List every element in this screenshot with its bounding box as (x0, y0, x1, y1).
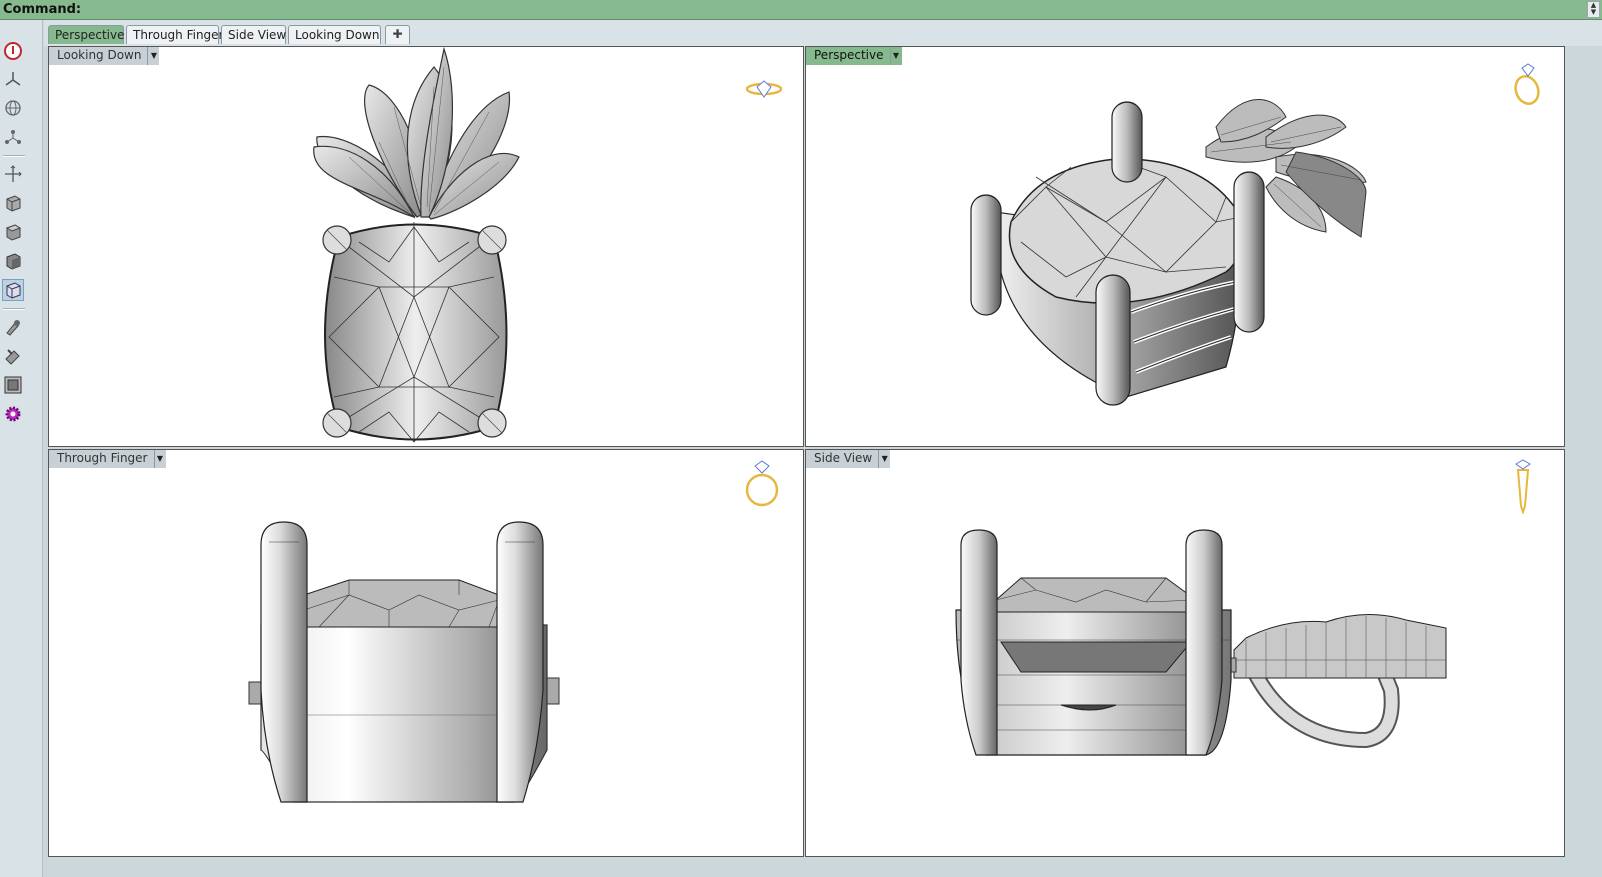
tab-strip: Perspective Through Finger Side View Loo… (44, 20, 1602, 46)
scroll-arrows-icon[interactable]: ▲ ▼ (1587, 1, 1600, 18)
tab-looking-down[interactable]: Looking Down (288, 25, 381, 44)
ring-top-icon[interactable] (744, 77, 784, 105)
left-toolbar (0, 20, 43, 877)
through-finger-model (248, 521, 560, 803)
viewport-looking-down[interactable]: Looking Down ▼ (48, 46, 804, 447)
viewport-icon[interactable] (2, 374, 24, 396)
command-bar[interactable]: Command: ▲ ▼ (0, 0, 1602, 20)
tab-side-view[interactable]: Side View (221, 25, 286, 44)
viewport-side-view[interactable]: Side View ▼ (805, 449, 1565, 857)
globe-icon[interactable] (2, 97, 24, 119)
planar-icon[interactable] (2, 68, 24, 90)
rendered-icon[interactable] (2, 250, 24, 272)
paint-brush-icon[interactable] (2, 316, 24, 338)
ring-perspective-icon[interactable] (1509, 62, 1545, 112)
ring-front-icon[interactable] (742, 458, 782, 514)
viewport-perspective[interactable]: Perspective ▼ (805, 46, 1565, 447)
side-view-model (955, 529, 1447, 756)
looking-down-model (313, 47, 520, 443)
plus-icon[interactable]: ✚ (385, 25, 410, 44)
tab-perspective[interactable]: Perspective (48, 25, 125, 44)
toolbar-separator (3, 308, 25, 310)
osnap-icon[interactable] (2, 126, 24, 148)
gear-icon[interactable] (2, 403, 24, 425)
tab-through-finger[interactable]: Through Finger (126, 25, 224, 44)
gumball-icon[interactable] (2, 163, 24, 185)
toolbar-separator (3, 155, 25, 157)
shaded-icon[interactable] (2, 221, 24, 243)
ghosted-icon[interactable] (2, 279, 24, 301)
viewport-through-finger[interactable]: Through Finger ▼ (48, 449, 804, 857)
cancel-icon[interactable] (2, 40, 24, 62)
perspective-model (970, 99, 1367, 406)
wireframe-icon[interactable] (2, 192, 24, 214)
properties-icon[interactable] (2, 345, 24, 367)
command-label: Command: (3, 2, 82, 17)
ring-side-icon[interactable] (1510, 458, 1536, 518)
